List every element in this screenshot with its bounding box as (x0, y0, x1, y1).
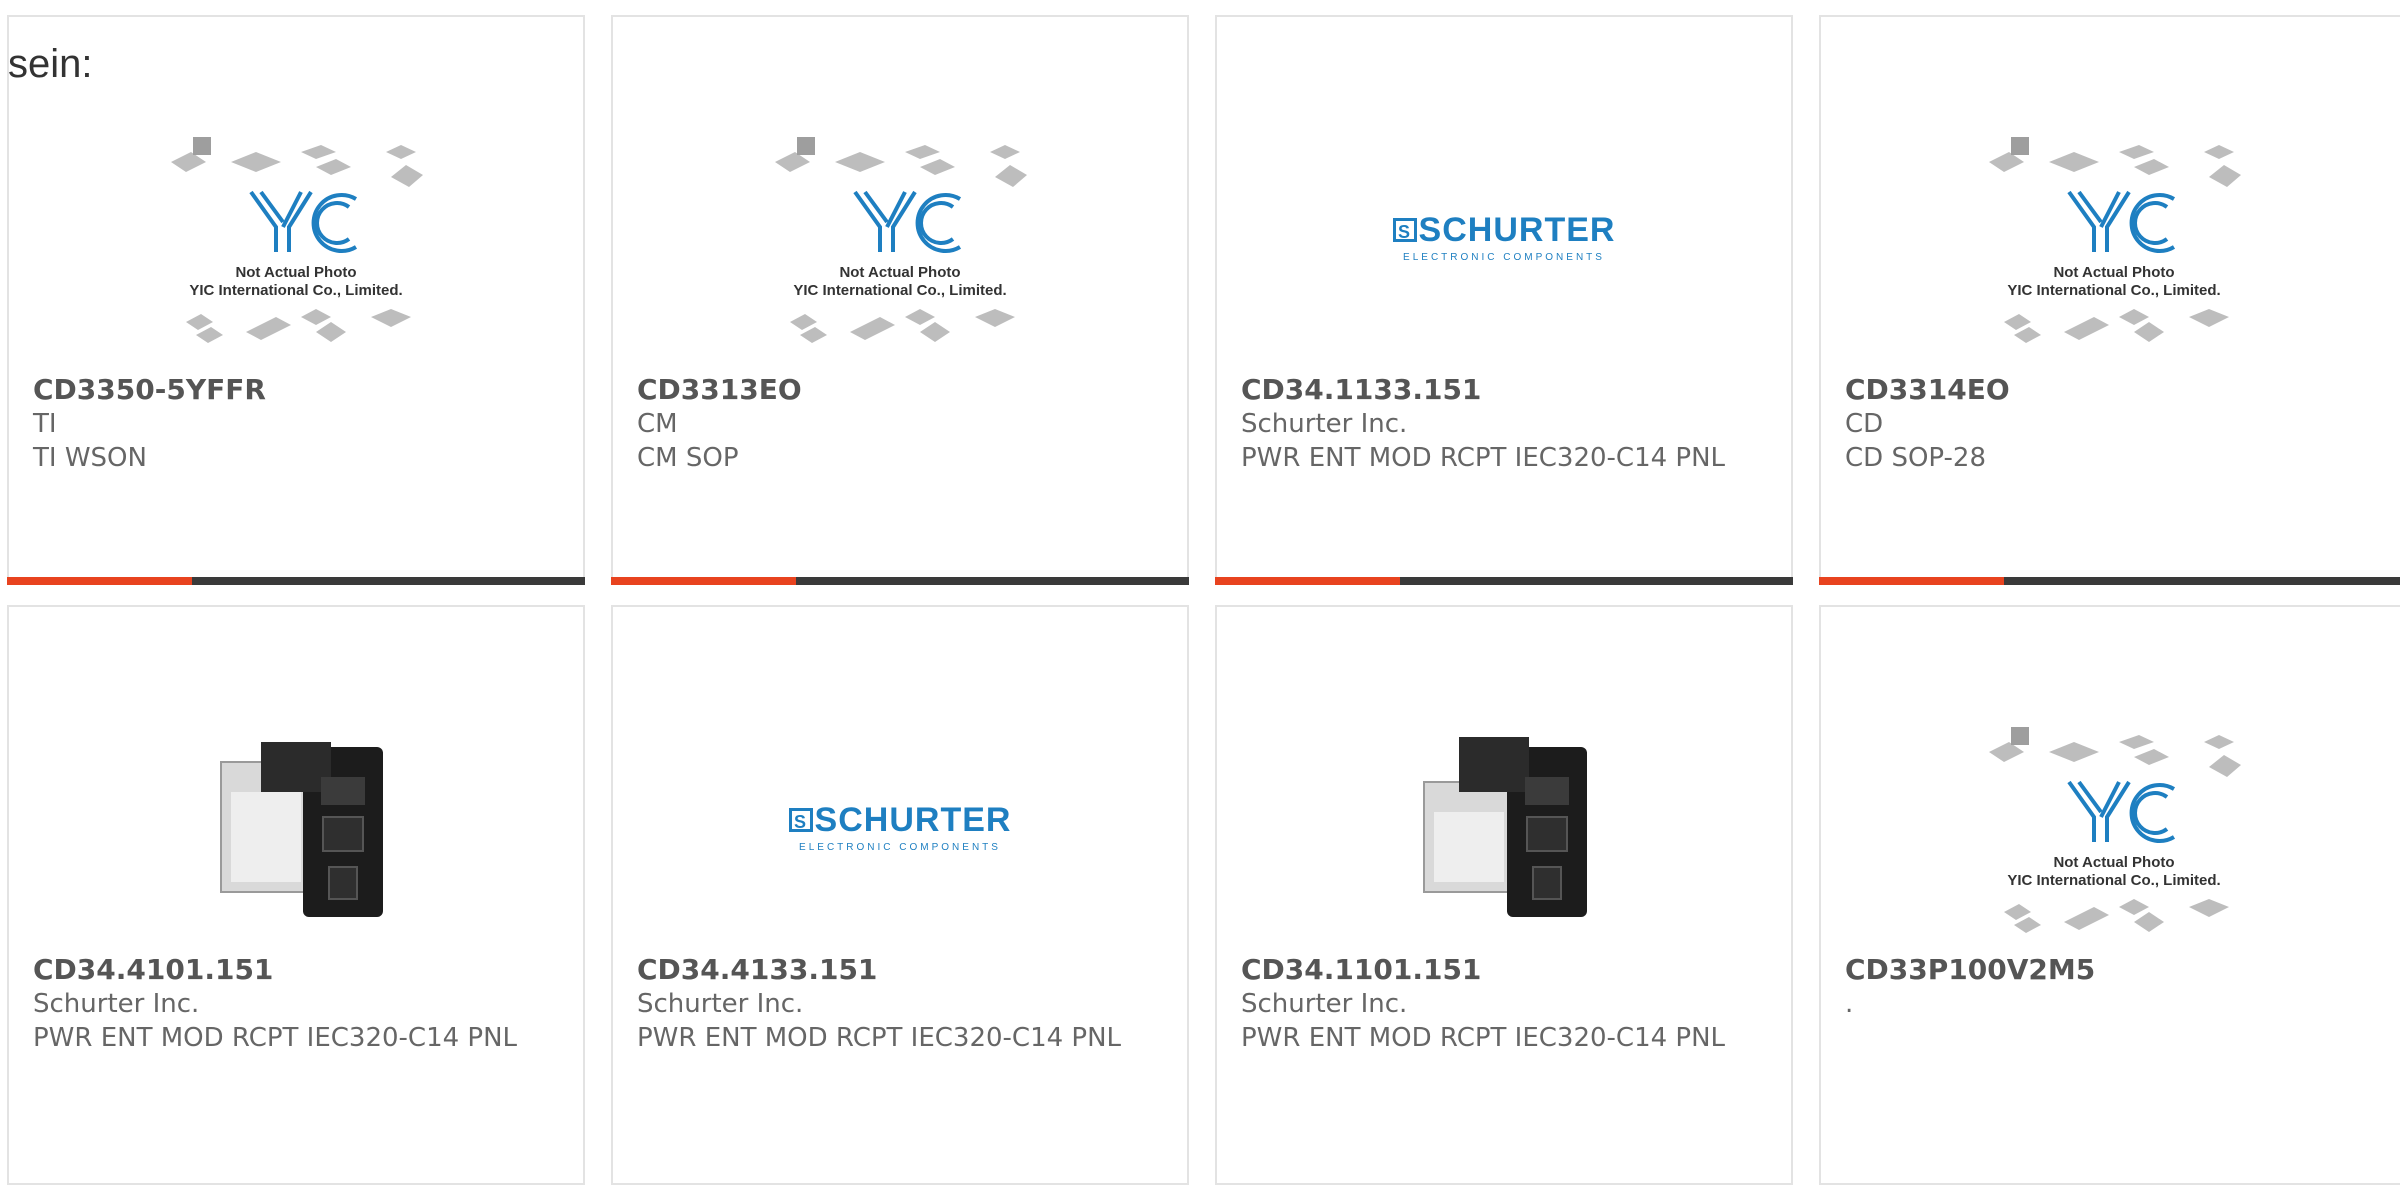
product-image-photo[interactable] (161, 692, 431, 962)
product-info: CD34.1133.151 Schurter Inc. PWR ENT MOD … (1241, 373, 1771, 475)
chip-icons-top (171, 137, 423, 187)
product-image-photo[interactable] (1369, 692, 1639, 962)
part-number-link[interactable]: CD3350-5YFFR (33, 373, 563, 407)
chip-icons-top (775, 137, 1027, 187)
chip-icons-bottom (790, 309, 1015, 343)
product-info: CD34.1101.151 Schurter Inc. PWR ENT MOD … (1241, 953, 1771, 1055)
card-bottom-bar (1215, 577, 1793, 585)
part-number-link[interactable]: CD33P100V2M5 (1845, 953, 2387, 987)
product-image-placeholder[interactable]: Not Actual Photo YIC International Co., … (1979, 692, 2249, 962)
card-bar-accent (1215, 577, 1400, 585)
chip-icons-bottom (186, 309, 411, 343)
card-bottom-bar (611, 577, 1189, 585)
part-number-link[interactable]: CD3314EO (1845, 373, 2387, 407)
placeholder-caption-1: Not Actual Photo (235, 264, 356, 281)
power-entry-module-icon (220, 742, 383, 917)
part-number-link[interactable]: CD34.4101.151 (33, 953, 563, 987)
schurter-logo: S SCHURTER ELECTRONIC COMPONENTS (788, 801, 1012, 853)
manufacturer: . (1845, 989, 1854, 1019)
yic-logo-icon (249, 190, 358, 253)
description: PWR ENT MOD RCPT IEC320-C14 PNL (33, 1023, 518, 1053)
chip-icons-bottom (2004, 899, 2229, 933)
chip-icons-top (1989, 137, 2241, 187)
product-card[interactable]: Not Actual Photo YIC International Co., … (611, 15, 1189, 585)
description: PWR ENT MOD RCPT IEC320-C14 PNL (1241, 443, 1726, 473)
chip-icons-bottom (2004, 309, 2229, 343)
yic-logo-icon (853, 190, 962, 253)
schurter-mark-icon: S (788, 808, 813, 832)
brand-subline: ELECTRONIC COMPONENTS (799, 842, 1001, 853)
product-card[interactable]: S SCHURTER ELECTRONIC COMPONENTS CD34.413… (611, 605, 1189, 1185)
manufacturer: CD (1845, 409, 1884, 439)
part-number-link[interactable]: CD3313EO (637, 373, 1167, 407)
part-number-link[interactable]: CD34.4133.151 (637, 953, 1167, 987)
product-info: CD3350-5YFFR TI TI WSON (33, 373, 563, 475)
product-card[interactable]: Not Actual Photo YIC International Co., … (1819, 15, 2400, 585)
card-bar-accent (1819, 577, 2004, 585)
product-card[interactable]: CD34.1101.151 Schurter Inc. PWR ENT MOD … (1215, 605, 1793, 1185)
card-bottom-bar (1819, 577, 2400, 585)
product-info: CD33P100V2M5 . (1845, 953, 2387, 1021)
power-entry-module-icon (1423, 737, 1587, 917)
product-image-placeholder[interactable]: Not Actual Photo YIC International Co., … (765, 102, 1035, 372)
manufacturer: Schurter Inc. (1241, 409, 1408, 439)
manufacturer: CM (637, 409, 678, 439)
product-image-logo[interactable]: S SCHURTER ELECTRONIC COMPONENTS (1369, 102, 1639, 372)
product-grid: Not Actual Photo YIC International Co., … (0, 0, 2400, 1185)
product-image-placeholder[interactable]: Not Actual Photo YIC International Co., … (1979, 102, 2249, 372)
product-info: CD34.4133.151 Schurter Inc. PWR ENT MOD … (637, 953, 1167, 1055)
card-bar-accent (611, 577, 796, 585)
product-info: CD3314EO CD CD SOP-28 (1845, 373, 2387, 475)
product-image-placeholder[interactable]: Not Actual Photo YIC International Co., … (161, 102, 431, 372)
part-number-link[interactable]: CD34.1101.151 (1241, 953, 1771, 987)
manufacturer: Schurter Inc. (637, 989, 804, 1019)
placeholder-caption-2: YIC International Co., Limited. (793, 282, 1006, 299)
chip-icons-top (1989, 727, 2241, 777)
yic-logo-icon (2067, 190, 2176, 253)
placeholder-caption-1: Not Actual Photo (839, 264, 960, 281)
manufacturer: Schurter Inc. (1241, 989, 1408, 1019)
brand-word: SCHURTER (1418, 211, 1616, 249)
intro-text: sein: (8, 42, 93, 86)
description: PWR ENT MOD RCPT IEC320-C14 PNL (637, 1023, 1122, 1053)
manufacturer: Schurter Inc. (33, 989, 200, 1019)
product-card[interactable]: Not Actual Photo YIC International Co., … (7, 15, 585, 585)
product-image-logo[interactable]: S SCHURTER ELECTRONIC COMPONENTS (765, 692, 1035, 962)
description: PWR ENT MOD RCPT IEC320-C14 PNL (1241, 1023, 1726, 1053)
brand-subline: ELECTRONIC COMPONENTS (1403, 252, 1605, 263)
yic-logo-icon (2067, 780, 2176, 843)
product-info: CD3313EO CM CM SOP (637, 373, 1167, 475)
product-info: CD34.4101.151 Schurter Inc. PWR ENT MOD … (33, 953, 563, 1055)
placeholder-caption-2: YIC International Co., Limited. (2007, 282, 2220, 299)
schurter-mark-icon: S (1392, 218, 1417, 242)
placeholder-caption-1: Not Actual Photo (2053, 264, 2174, 281)
description: CM SOP (637, 443, 739, 473)
placeholder-caption-2: YIC International Co., Limited. (189, 282, 402, 299)
brand-word: SCHURTER (814, 801, 1012, 839)
description: TI WSON (33, 443, 147, 473)
card-bar-accent (7, 577, 192, 585)
part-number-link[interactable]: CD34.1133.151 (1241, 373, 1771, 407)
product-card[interactable]: S SCHURTER ELECTRONIC COMPONENTS CD34.113… (1215, 15, 1793, 585)
manufacturer: TI (33, 409, 57, 439)
placeholder-caption-1: Not Actual Photo (2053, 854, 2174, 871)
product-card[interactable]: CD34.4101.151 Schurter Inc. PWR ENT MOD … (7, 605, 585, 1185)
description: CD SOP-28 (1845, 443, 1986, 473)
schurter-logo: S SCHURTER ELECTRONIC COMPONENTS (1392, 211, 1616, 263)
placeholder-caption-2: YIC International Co., Limited. (2007, 872, 2220, 889)
product-card[interactable]: Not Actual Photo YIC International Co., … (1819, 605, 2400, 1185)
card-bottom-bar (7, 577, 585, 585)
